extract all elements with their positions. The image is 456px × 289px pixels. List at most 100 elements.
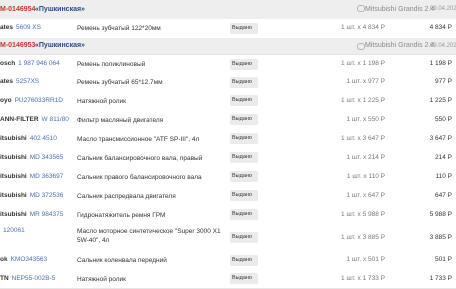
status-badge: Выдано (230, 273, 258, 284)
item-qty: 1 шт. x 5 988 Р (341, 211, 385, 218)
status-badge: Выдано (230, 133, 258, 144)
status-badge: Выдано (230, 95, 258, 106)
item-brand: ates 5609 XS (0, 24, 41, 31)
car-icon (357, 43, 365, 50)
status-badge: Выдано (230, 59, 258, 70)
item-qty: 1 шт. x 3 647 Р (341, 135, 385, 142)
item-qty: 1 шт. x 110 Р (346, 173, 385, 180)
item-total: 1 198 Р (429, 60, 452, 67)
status-badge: Выдано (230, 77, 258, 88)
item-qty: 1 шт. x 1 733 Р (341, 275, 385, 282)
item-code[interactable]: 5609 XS (16, 24, 41, 31)
item-total: 5 988 Р (429, 211, 452, 218)
item-description: Фильтр масляный двигателя (77, 117, 164, 124)
item-code[interactable]: MD 363697 (30, 173, 64, 180)
order-car: Mitsubishi Grandis 2.4 (365, 6, 435, 13)
item-code[interactable]: MD 343565 (30, 154, 64, 161)
item-description: Ремень поликлиновый (77, 61, 146, 68)
item-code[interactable]: 1 987 946 064 (18, 60, 60, 67)
status-badge: Выдано (230, 114, 258, 125)
item-qty: 1 шт. x 4 834 Р (341, 24, 385, 31)
order-date: 09.04.2024 1 (430, 43, 456, 49)
item-brand: 120061 (0, 227, 25, 234)
table-row: itsubishi MD 372536 Сальник распредвала дв… (0, 186, 456, 206)
order-number[interactable]: М-0146953 (0, 38, 35, 54)
item-total: 110 Р (435, 173, 452, 180)
item-description: Масло трансмиссионное "ATF SP-III", 4л (77, 136, 200, 143)
item-total: 3 647 Р (429, 135, 452, 142)
item-qty: 1 шт. x 1 225 Р (341, 97, 385, 104)
item-total: 1 225 Р (429, 97, 452, 104)
status-badge: Выдано (230, 171, 258, 182)
order-store: «Пушкинская» (35, 6, 85, 13)
item-qty: 1 шт. x 3 885 Р (341, 234, 385, 241)
item-qty: 1 шт. x 647 Р (346, 192, 385, 199)
item-brand: itsubishi MD 372536 (0, 192, 64, 199)
item-total: 4 834 Р (429, 24, 452, 31)
item-brand: oyo PU276033RR1D (0, 97, 63, 104)
item-qty: 1 шт. x 214 Р (346, 154, 385, 161)
item-code[interactable]: 120061 (3, 227, 25, 234)
item-code[interactable]: MR 984375 (30, 211, 64, 218)
order-date: 09.04.2024 1 (430, 6, 456, 12)
item-description: Ремень зубчатый 65*12.7мм (77, 79, 163, 86)
item-description: Натяжной ролик (77, 276, 127, 283)
table-row: ANN-FILTER W 811/80 Фильтр масляный двигат… (0, 110, 456, 130)
item-code[interactable]: PU276033RR1D (15, 97, 63, 104)
status-badge: Выдано (230, 209, 258, 220)
item-description: Ремень зубчатый 122*20мм (77, 25, 161, 32)
item-brand: itsubishi 402 4510 (0, 135, 57, 142)
item-qty: 1 шт. x 977 Р (346, 78, 385, 85)
order-header: М-0146954 «Пушкинская» Mitsubishi Grandi… (0, 0, 456, 20)
status-badge: Выдано (230, 255, 258, 266)
item-total: 3 885 Р (429, 234, 452, 241)
item-total: 501 Р (435, 256, 452, 263)
item-brand: ANN-FILTER W 811/80 (0, 116, 69, 123)
table-row: ates 5609 XS Ремень зубчатый 122*20мм Выд… (0, 19, 456, 39)
order-number[interactable]: М-0146954 (0, 0, 35, 19)
item-code[interactable]: 5257XS (16, 78, 39, 85)
item-code[interactable]: 402 4510 (30, 135, 57, 142)
table-row: TN NEP55-002B-5 Натяжной ролик Выдано 1 шт. … (0, 269, 456, 289)
item-description: Масло моторное синтетическое "Super 3000… (77, 228, 221, 244)
status-badge: Выдано (230, 152, 258, 163)
item-description: Сальник балансировочного вала, правый (77, 155, 203, 162)
car-icon (357, 5, 365, 12)
table-row: itsubishi MD 343565 Сальник балансировочно… (0, 148, 456, 168)
item-brand: itsubishi MD 363697 (0, 173, 64, 180)
table-row: 120061 Масло моторное синтетическое "Supe… (0, 224, 456, 252)
item-code[interactable]: W 811/80 (42, 116, 69, 123)
item-code[interactable]: KMO343563 (11, 256, 48, 263)
item-code[interactable]: NEP55-002B-5 (12, 275, 56, 282)
table-row: osch 1 987 946 064 Ремень поликлиновый Выда… (0, 55, 456, 74)
table-row: itsubishi 402 4510 Масло трансмиссионное "… (0, 129, 456, 149)
order-store: «Пушкинская» (35, 42, 85, 49)
table-row: ates 5257XS Ремень зубчатый 65*12.7мм Выдан… (0, 73, 456, 92)
status-badge: Выдано (230, 190, 258, 201)
item-total: 214 Р (435, 154, 452, 161)
item-description: Сальник правого балансировочного вала (77, 174, 202, 181)
item-brand: ates 5257XS (0, 78, 40, 85)
item-description: Гидронатяжитель ремня ГРМ (77, 212, 166, 219)
item-brand: TN NEP55-002B-5 (0, 275, 56, 282)
item-brand: ok KMO343563 (0, 256, 48, 263)
item-description: Натяжной ролик (77, 98, 127, 105)
table-row: itsubishi MR 984375 Гидронатяжитель ремня … (0, 205, 456, 225)
table-row: ok KMO343563 Сальник коленвала передний Выд… (0, 251, 456, 270)
status-badge: Выдано (230, 23, 258, 34)
item-brand: itsubishi MR 984375 (0, 211, 64, 218)
order-header: М-0146953 «Пушкинская» Mitsubishi Grandi… (0, 38, 456, 55)
item-total: 550 Р (435, 116, 452, 123)
item-qty: 1 шт. x 550 Р (346, 116, 385, 123)
table-row: oyo PU276033RR1D Натяжной ролик Выдано 1 шт.… (0, 91, 456, 111)
table-row: itsubishi MD 363697 Сальник правого баланс… (0, 167, 456, 187)
status-badge: Выдано (230, 232, 258, 243)
item-description: Сальник распредвала двигателя (77, 193, 176, 200)
item-total: 647 Р (435, 192, 452, 199)
item-total: 1 733 Р (429, 275, 452, 282)
order-car: Mitsubishi Grandis 2.4 (365, 42, 435, 49)
item-brand: itsubishi MD 343565 (0, 154, 64, 161)
item-description: Сальник коленвала передний (77, 257, 167, 264)
item-total: 977 Р (435, 78, 452, 85)
item-code[interactable]: MD 372536 (30, 192, 64, 199)
